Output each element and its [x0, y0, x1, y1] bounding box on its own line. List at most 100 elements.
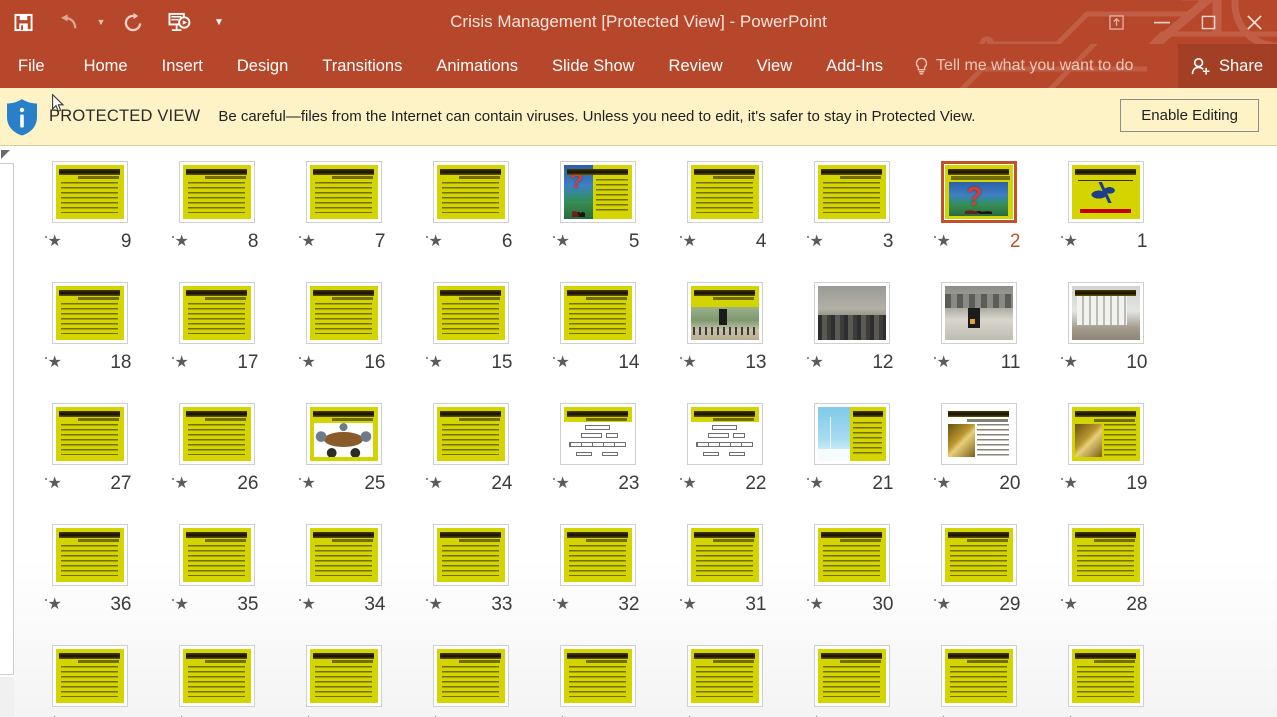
slide-cell[interactable]: ★ 17	[153, 282, 280, 374]
animation-star-icon[interactable]: ★	[679, 476, 697, 492]
slide-cell[interactable]: ★	[26, 645, 153, 717]
slide-thumbnail[interactable]	[940, 645, 1017, 707]
slide-thumbnail[interactable]	[813, 645, 890, 707]
slide-thumbnail[interactable]	[1067, 161, 1144, 223]
slide-cell[interactable]: ★ 29	[915, 524, 1042, 616]
restore-button[interactable]	[1185, 0, 1231, 44]
slide-thumbnail[interactable]	[178, 524, 255, 586]
slide-thumbnail[interactable]	[813, 161, 890, 223]
slide-cell[interactable]: ★ 3	[788, 161, 915, 253]
animation-star-icon[interactable]: ★	[806, 476, 824, 492]
animation-star-icon[interactable]: ★	[552, 476, 570, 492]
slide-thumbnail[interactable]	[51, 403, 128, 465]
slide-thumbnail[interactable]	[51, 282, 128, 344]
slide-thumbnail[interactable]	[51, 161, 128, 223]
slide-thumbnail[interactable]	[51, 645, 128, 707]
slide-cell[interactable]: ★ 16	[280, 282, 407, 374]
slide-cell[interactable]: ★ 12	[788, 282, 915, 374]
slide-cell[interactable]: ? ★ 5	[534, 161, 661, 253]
slide-cell[interactable]: ★ 26	[153, 403, 280, 495]
slide-thumbnail[interactable]	[940, 403, 1017, 465]
animation-star-icon[interactable]: ★	[425, 355, 443, 371]
slide-cell[interactable]: ★ 19	[1042, 403, 1169, 495]
animation-star-icon[interactable]: ★	[171, 597, 189, 613]
animation-star-icon[interactable]: ★	[298, 355, 316, 371]
animation-star-icon[interactable]: ★	[933, 355, 951, 371]
animation-star-icon[interactable]: ★	[806, 355, 824, 371]
slide-thumbnail[interactable]	[686, 524, 763, 586]
slide-cell[interactable]: ★	[153, 645, 280, 717]
tell-me-search[interactable]: Tell me what you want to do	[914, 57, 1133, 76]
slide-thumbnail[interactable]	[686, 403, 763, 465]
slide-thumbnail[interactable]	[1067, 282, 1144, 344]
slide-cell[interactable]: ★	[280, 645, 407, 717]
slide-cell[interactable]: ★ 11	[915, 282, 1042, 374]
tab-add-ins[interactable]: Add-Ins	[809, 44, 900, 88]
animation-star-icon[interactable]: ★	[425, 234, 443, 250]
slide-thumbnail[interactable]	[305, 161, 382, 223]
tab-transitions[interactable]: Transitions	[305, 44, 419, 88]
slide-cell[interactable]: ★ 24	[407, 403, 534, 495]
slide-thumbnail[interactable]	[686, 282, 763, 344]
animation-star-icon[interactable]: ★	[1060, 234, 1078, 250]
slide-thumbnail[interactable]	[305, 403, 382, 465]
animation-star-icon[interactable]: ★	[298, 476, 316, 492]
slide-thumbnail[interactable]	[559, 524, 636, 586]
slide-cell[interactable]: ★ 7	[280, 161, 407, 253]
animation-star-icon[interactable]: ★	[44, 476, 62, 492]
close-button[interactable]	[1231, 0, 1277, 44]
tab-animations[interactable]: Animations	[419, 44, 535, 88]
minimize-button[interactable]	[1139, 0, 1185, 44]
slide-thumbnail[interactable]	[51, 524, 128, 586]
animation-star-icon[interactable]: ★	[425, 597, 443, 613]
animation-star-icon[interactable]: ★	[933, 597, 951, 613]
slide-cell[interactable]: ★ 32	[534, 524, 661, 616]
animation-star-icon[interactable]: ★	[425, 476, 443, 492]
animation-star-icon[interactable]: ★	[298, 597, 316, 613]
tab-insert[interactable]: Insert	[145, 44, 220, 88]
save-button[interactable]	[0, 0, 46, 44]
slide-cell[interactable]: ★ 20	[915, 403, 1042, 495]
animation-star-icon[interactable]: ★	[679, 234, 697, 250]
share-button[interactable]: Share	[1177, 44, 1277, 88]
slide-cell[interactable]: ★ 21	[788, 403, 915, 495]
slide-thumbnail[interactable]	[432, 645, 509, 707]
slide-thumbnail[interactable]	[1067, 524, 1144, 586]
animation-star-icon[interactable]: ★	[44, 234, 62, 250]
undo-button[interactable]	[46, 0, 92, 44]
animation-star-icon[interactable]: ★	[1060, 597, 1078, 613]
slide-cell[interactable]: ★ 30	[788, 524, 915, 616]
slide-cell[interactable]: ★ 25	[280, 403, 407, 495]
ribbon-display-options-button[interactable]	[1093, 0, 1139, 44]
slide-thumbnail[interactable]	[178, 403, 255, 465]
slide-thumbnail[interactable]	[940, 282, 1017, 344]
tab-home[interactable]: Home	[67, 44, 145, 88]
slide-thumbnail[interactable]: ?	[559, 161, 636, 223]
slide-cell[interactable]: ★	[788, 645, 915, 717]
slide-thumbnail-selected[interactable]: ?	[940, 161, 1017, 223]
animation-star-icon[interactable]: ★	[933, 234, 951, 250]
enable-editing-button[interactable]: Enable Editing	[1120, 99, 1259, 132]
undo-dropdown-arrow[interactable]: ▼	[92, 0, 110, 44]
animation-star-icon[interactable]: ★	[679, 597, 697, 613]
animation-star-icon[interactable]: ★	[298, 234, 316, 250]
redo-button[interactable]	[110, 0, 156, 44]
slide-thumbnail[interactable]	[178, 282, 255, 344]
slide-cell[interactable]: ? ★ 2	[915, 161, 1042, 253]
slide-thumbnail[interactable]	[686, 161, 763, 223]
slide-thumbnail[interactable]	[686, 645, 763, 707]
slide-thumbnail[interactable]	[1067, 645, 1144, 707]
slide-thumbnail[interactable]	[432, 282, 509, 344]
slide-thumbnail[interactable]	[813, 524, 890, 586]
animation-star-icon[interactable]: ★	[44, 597, 62, 613]
tab-review[interactable]: Review	[652, 44, 740, 88]
slide-thumbnail[interactable]	[305, 645, 382, 707]
animation-star-icon[interactable]: ★	[1060, 476, 1078, 492]
slide-cell[interactable]: ★ 27	[26, 403, 153, 495]
slide-cell[interactable]: ★ 8	[153, 161, 280, 253]
animation-star-icon[interactable]: ★	[933, 476, 951, 492]
animation-star-icon[interactable]: ★	[171, 476, 189, 492]
slide-thumbnail[interactable]	[305, 282, 382, 344]
slide-cell[interactable]: ★	[661, 645, 788, 717]
tab-design[interactable]: Design	[220, 44, 305, 88]
